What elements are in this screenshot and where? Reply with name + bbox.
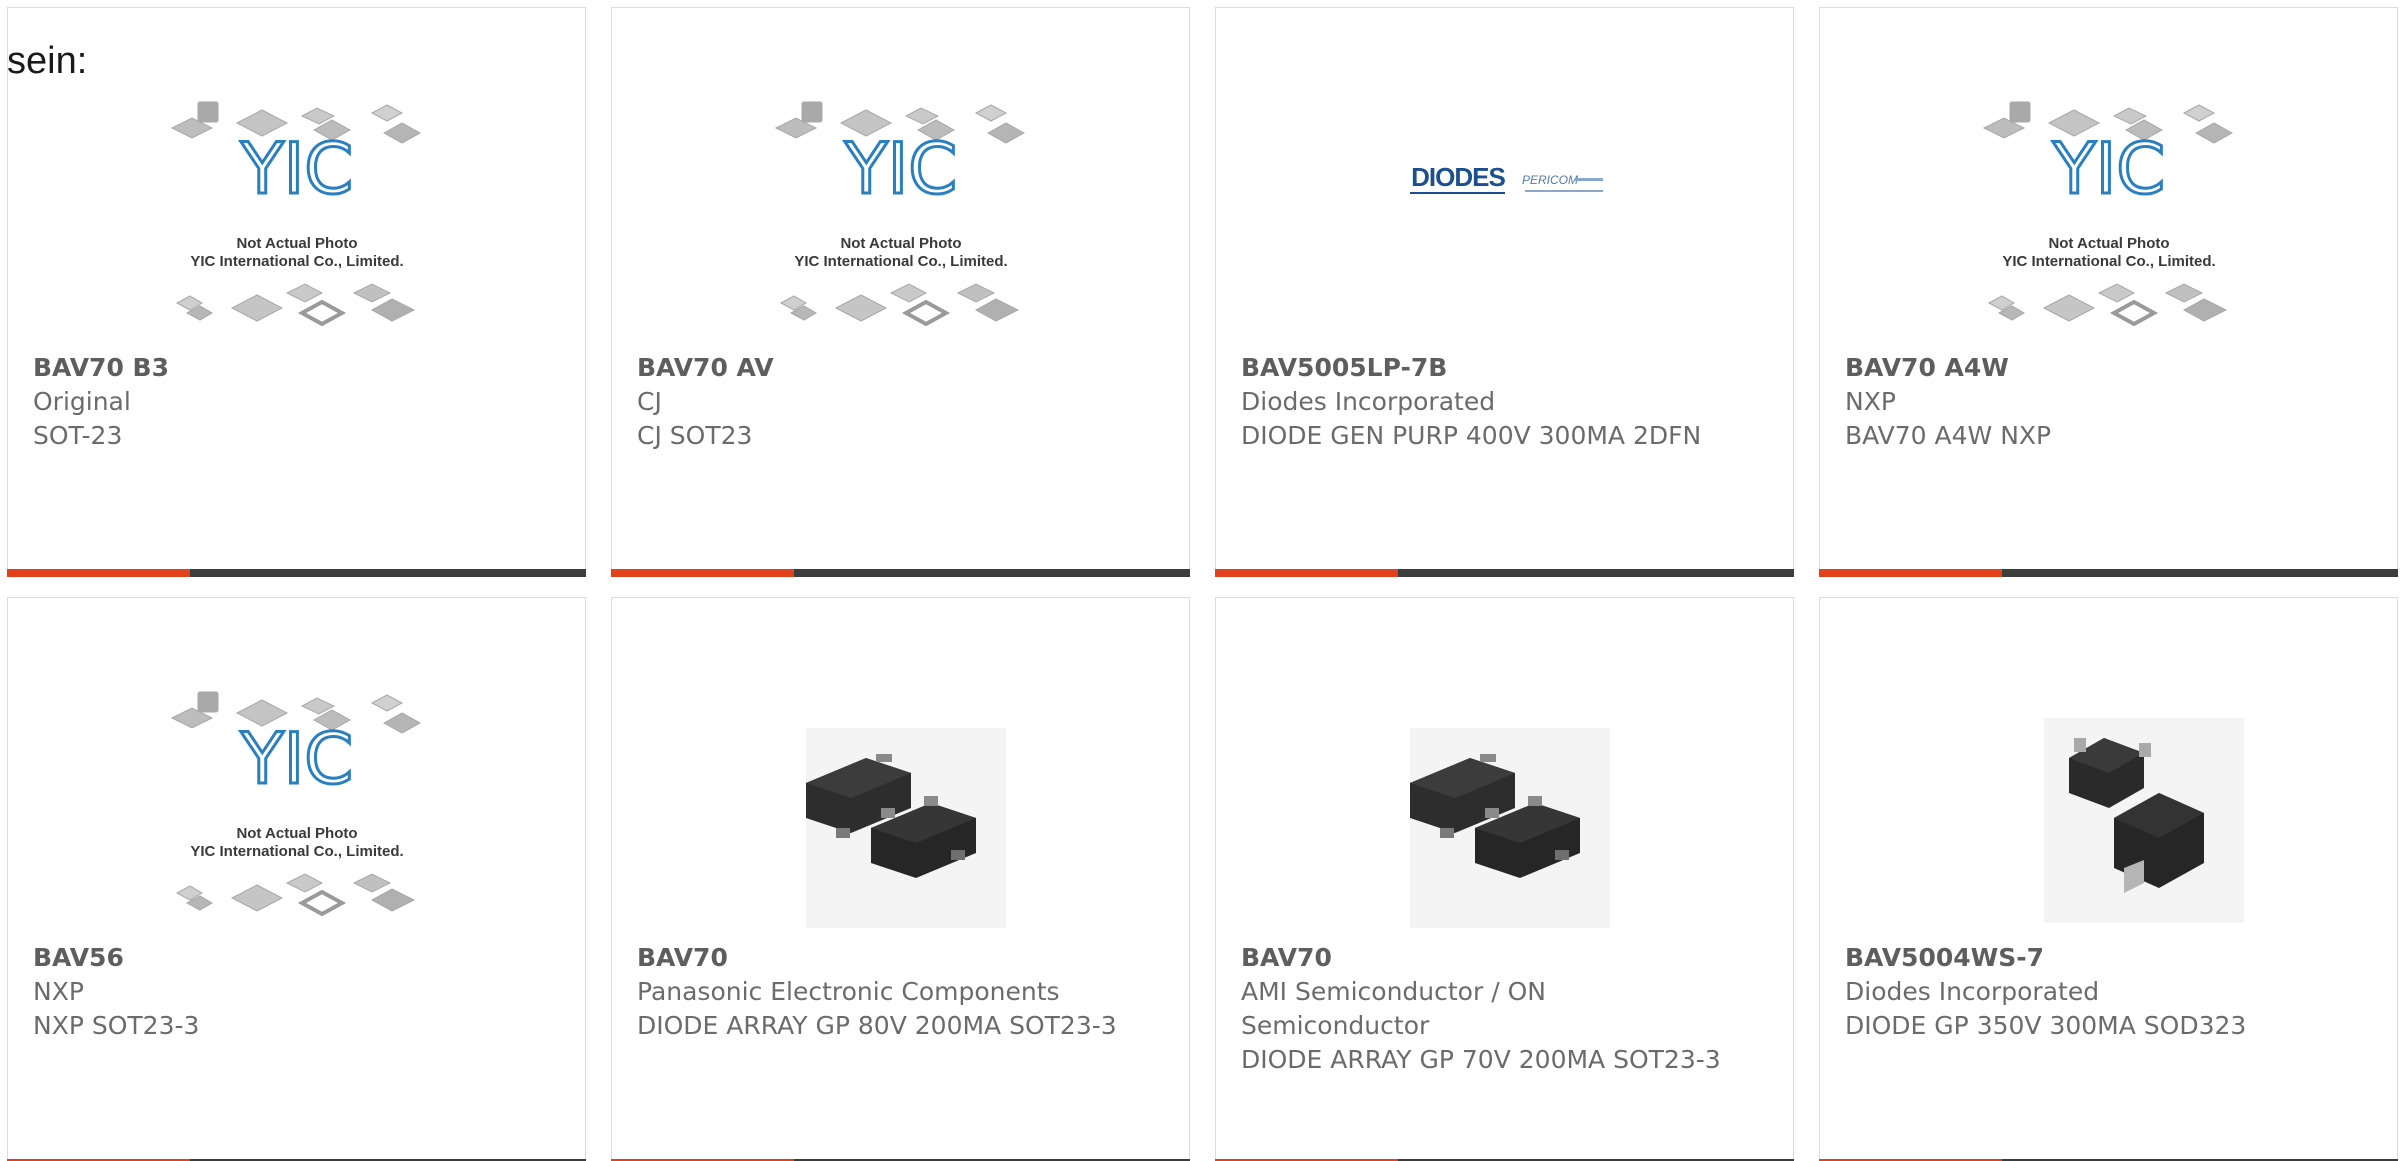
product-card[interactable]: BAV70 Panasonic Electronic Components DIOD… [611, 597, 1190, 1161]
product-thumbnail[interactable]: DIODES PERICOM [1370, 98, 1640, 338]
product-thumbnail[interactable]: YIC Not Actual Photo YIC International C… [162, 98, 432, 338]
product-manufacturer: Panasonic Electronic Components [637, 977, 1060, 1006]
product-manufacturer: NXP [1845, 387, 1896, 416]
card-bottom-bar [1215, 569, 1794, 577]
product-info: BAV56 NXP NXP SOT23-3 [33, 941, 513, 1043]
product-manufacturer: Diodes Incorporated [1241, 387, 1496, 416]
page-heading: sein: [7, 40, 88, 82]
card-accent-bar [1819, 569, 2002, 577]
product-thumbnail[interactable] [1974, 688, 2244, 928]
product-thumbnail[interactable]: YIC Not Actual Photo YIC International C… [1974, 98, 2244, 338]
product-info: BAV70 AV CJ CJ SOT23 [637, 351, 1117, 453]
product-part-number[interactable]: BAV70 [637, 941, 1117, 975]
placeholder-line2: YIC International Co., Limited. [190, 253, 403, 270]
product-manufacturer: NXP [33, 977, 84, 1006]
product-description: DIODE ARRAY GP 70V 200MA SOT23-3 [1241, 1045, 1721, 1074]
card-accent-bar [1215, 569, 1398, 577]
product-manufacturer: Original [33, 387, 131, 416]
placeholder-line1: Not Actual Photo [840, 235, 961, 252]
card-bottom-bar [7, 569, 586, 577]
product-thumbnail[interactable] [1370, 688, 1640, 928]
product-info: BAV70 AMI Semiconductor / ON Semiconducto… [1241, 941, 1721, 1077]
product-description: DIODE GP 350V 300MA SOD323 [1845, 1011, 2247, 1040]
placeholder-line2: YIC International Co., Limited. [2002, 253, 2215, 270]
product-info: BAV70 A4W NXP BAV70 A4W NXP [1845, 351, 2325, 453]
product-manufacturer: AMI Semiconductor / ON Semiconductor [1241, 977, 1546, 1040]
yic-logo-text: YIC [2051, 128, 2164, 210]
product-part-number[interactable]: BAV70 AV [637, 351, 1117, 385]
product-card[interactable]: BAV70 AMI Semiconductor / ON Semiconducto… [1215, 597, 1794, 1161]
product-thumbnail[interactable]: YIC Not Actual Photo YIC International C… [162, 688, 432, 928]
product-card[interactable]: YIC Not Actual Photo YIC International C… [7, 597, 586, 1161]
placeholder-image: YIC Not Actual Photo YIC International C… [170, 691, 421, 917]
yic-logo-text: YIC [843, 128, 956, 210]
card-accent-bar [611, 569, 794, 577]
card-bottom-bar [1819, 569, 2398, 577]
card-bottom-bar [611, 569, 1190, 577]
product-thumbnail[interactable]: YIC Not Actual Photo YIC International C… [766, 98, 1036, 338]
diodes-logo-text: DIODES [1411, 162, 1505, 192]
yic-logo-text: YIC [239, 718, 352, 800]
product-description: BAV70 A4W NXP [1845, 421, 2052, 450]
product-part-number[interactable]: BAV70 B3 [33, 351, 513, 385]
placeholder-line2: YIC International Co., Limited. [190, 843, 403, 860]
product-description: DIODE GEN PURP 400V 300MA 2DFN [1241, 421, 1702, 450]
product-part-number[interactable]: BAV70 [1241, 941, 1721, 975]
product-info: BAV5004WS-7 Diodes Incorporated DIODE GP 3… [1845, 941, 2325, 1043]
sot23-package-image [1409, 728, 1610, 928]
product-part-number[interactable]: BAV5004WS-7 [1845, 941, 2325, 975]
product-part-number[interactable]: BAV70 A4W [1845, 351, 2325, 385]
placeholder-image: YIC Not Actual Photo YIC International C… [1982, 101, 2233, 327]
sot23-package-image [805, 728, 1006, 928]
placeholder-line1: Not Actual Photo [236, 235, 357, 252]
product-info: BAV70 Panasonic Electronic Components DIOD… [637, 941, 1117, 1043]
product-info: BAV5005LP-7B Diodes Incorporated DIODE GEN… [1241, 351, 1721, 453]
product-card[interactable]: YIC Not Actual Photo YIC International C… [611, 7, 1190, 577]
diodes-logo-image: DIODES PERICOM [1409, 162, 1603, 194]
product-manufacturer: CJ [637, 387, 662, 416]
pericom-logo-text: PERICOM [1521, 173, 1577, 187]
product-description: NXP SOT23-3 [33, 1011, 200, 1040]
product-card[interactable]: DIODES PERICOM BAV5005LP-7B Diodes Incorp… [1215, 7, 1794, 577]
product-description: SOT-23 [33, 421, 123, 450]
page: sein: YIC Not Actual Photo YIC Internati… [0, 0, 2400, 1161]
placeholder-image: YIC Not Actual Photo YIC International C… [170, 101, 421, 327]
placeholder-line1: Not Actual Photo [2048, 235, 2169, 252]
card-accent-bar [7, 569, 190, 577]
product-description: DIODE ARRAY GP 80V 200MA SOT23-3 [637, 1011, 1117, 1040]
placeholder-image: YIC Not Actual Photo YIC International C… [774, 101, 1025, 327]
sod323-package-image [2043, 718, 2244, 923]
placeholder-line2: YIC International Co., Limited. [794, 253, 1007, 270]
product-part-number[interactable]: BAV56 [33, 941, 513, 975]
product-part-number[interactable]: BAV5005LP-7B [1241, 351, 1721, 385]
product-thumbnail[interactable] [766, 688, 1036, 928]
product-card[interactable]: YIC Not Actual Photo YIC International C… [7, 7, 586, 577]
product-description: CJ SOT23 [637, 421, 753, 450]
product-card[interactable]: BAV5004WS-7 Diodes Incorporated DIODE GP 3… [1819, 597, 2398, 1161]
product-card[interactable]: YIC Not Actual Photo YIC International C… [1819, 7, 2398, 577]
product-info: BAV70 B3 Original SOT-23 [33, 351, 513, 453]
product-manufacturer: Diodes Incorporated [1845, 977, 2100, 1006]
product-grid: YIC Not Actual Photo YIC International C… [7, 7, 2398, 1161]
yic-logo-text: YIC [239, 128, 352, 210]
placeholder-line1: Not Actual Photo [236, 825, 357, 842]
